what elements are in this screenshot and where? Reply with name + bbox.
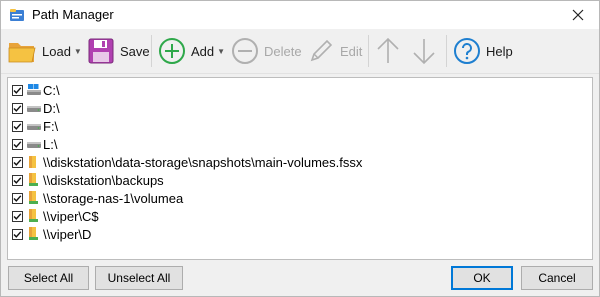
floppy-disk-icon: [87, 37, 115, 65]
checkmark-icon: [13, 176, 22, 184]
cancel-button[interactable]: Cancel: [521, 266, 593, 290]
path-label: \\storage-nas-1\volumea: [43, 190, 184, 206]
item-checkbox[interactable]: [12, 120, 23, 132]
network-folder-icon: [26, 226, 42, 242]
path-label: \\viper\D: [43, 226, 92, 242]
network-folder-icon: [26, 172, 42, 188]
edit-label: Edit: [340, 43, 363, 59]
path-label: L:\: [43, 136, 58, 152]
path-label: D:\: [43, 100, 60, 116]
item-checkbox[interactable]: [12, 138, 23, 150]
toolbar-separator: [151, 35, 152, 67]
network-folder-icon: [26, 208, 42, 224]
drive-icon: [26, 100, 42, 116]
toolbar: Load ▼ Save Add ▼ Delete Edit Help: [1, 29, 599, 74]
add-circle-icon: [158, 37, 186, 65]
drive-icon: [26, 82, 42, 98]
checkmark-icon: [13, 86, 22, 94]
help-circle-icon: [453, 37, 481, 65]
unselect-all-button[interactable]: Unselect All: [95, 266, 183, 290]
move-up-button[interactable]: [375, 29, 401, 73]
network-folder-icon: [26, 190, 42, 206]
path-label: \\diskstation\backups: [43, 172, 164, 188]
arrow-up-icon: [375, 36, 401, 66]
close-icon: [572, 9, 584, 21]
item-checkbox[interactable]: [12, 156, 23, 168]
item-checkbox[interactable]: [12, 192, 23, 204]
drive-icon: [26, 118, 42, 134]
list-item[interactable]: \\diskstation\data-storage\snapshots\mai…: [12, 153, 362, 171]
list-item[interactable]: \\viper\C$: [12, 207, 99, 225]
pencil-icon: [307, 37, 335, 65]
delete-button[interactable]: Delete: [231, 29, 302, 73]
checkmark-icon: [13, 104, 22, 112]
select-all-button[interactable]: Select All: [8, 266, 89, 290]
ok-button[interactable]: OK: [451, 266, 513, 290]
dropdown-arrow-icon[interactable]: ▼: [74, 47, 82, 56]
checkmark-icon: [13, 230, 22, 238]
path-label: F:\: [43, 118, 59, 134]
dropdown-arrow-icon[interactable]: ▼: [217, 47, 225, 56]
app-icon: [9, 7, 25, 23]
window-title: Path Manager: [32, 7, 114, 22]
list-item[interactable]: D:\: [12, 99, 60, 117]
checkmark-icon: [13, 212, 22, 220]
edit-button[interactable]: Edit: [307, 29, 362, 73]
path-label: \\viper\C$: [43, 208, 99, 224]
list-item[interactable]: L:\: [12, 135, 57, 153]
add-button[interactable]: Add ▼: [158, 29, 225, 73]
delete-label: Delete: [264, 43, 302, 59]
arrow-down-icon: [411, 36, 437, 66]
move-down-button[interactable]: [411, 29, 437, 73]
path-list[interactable]: C:\ D:\ F:\ L:\ \\diskstation\data-stora…: [7, 77, 593, 260]
save-label: Save: [120, 43, 150, 59]
list-item[interactable]: F:\: [12, 117, 58, 135]
list-item[interactable]: \\viper\D: [12, 225, 91, 243]
toolbar-separator: [446, 35, 447, 67]
help-label: Help: [486, 43, 513, 59]
checkmark-icon: [13, 158, 22, 166]
drive-icon: [26, 136, 42, 152]
remove-circle-icon: [231, 37, 259, 65]
load-button[interactable]: Load ▼: [7, 29, 82, 73]
list-item[interactable]: \\storage-nas-1\volumea: [12, 189, 183, 207]
item-checkbox[interactable]: [12, 228, 23, 240]
checkmark-icon: [13, 122, 22, 130]
checkmark-icon: [13, 140, 22, 148]
item-checkbox[interactable]: [12, 84, 23, 96]
path-label: \\diskstation\data-storage\snapshots\mai…: [43, 154, 363, 170]
folder-icon: [26, 154, 42, 170]
item-checkbox[interactable]: [12, 102, 23, 114]
checkmark-icon: [13, 194, 22, 202]
list-item[interactable]: C:\: [12, 81, 60, 99]
title-bar: Path Manager: [1, 1, 599, 29]
path-label: C:\: [43, 82, 60, 98]
list-item[interactable]: \\diskstation\backups: [12, 171, 164, 189]
help-button[interactable]: Help: [453, 29, 513, 73]
item-checkbox[interactable]: [12, 210, 23, 222]
load-label: Load: [42, 43, 71, 59]
toolbar-separator: [368, 35, 369, 67]
item-checkbox[interactable]: [12, 174, 23, 186]
folder-open-icon: [7, 37, 37, 65]
close-button[interactable]: [557, 1, 599, 29]
add-label: Add: [191, 43, 215, 59]
save-button[interactable]: Save: [87, 29, 150, 73]
path-manager-dialog: Path Manager Load ▼ Save Add ▼ Delete Ed…: [0, 0, 600, 297]
